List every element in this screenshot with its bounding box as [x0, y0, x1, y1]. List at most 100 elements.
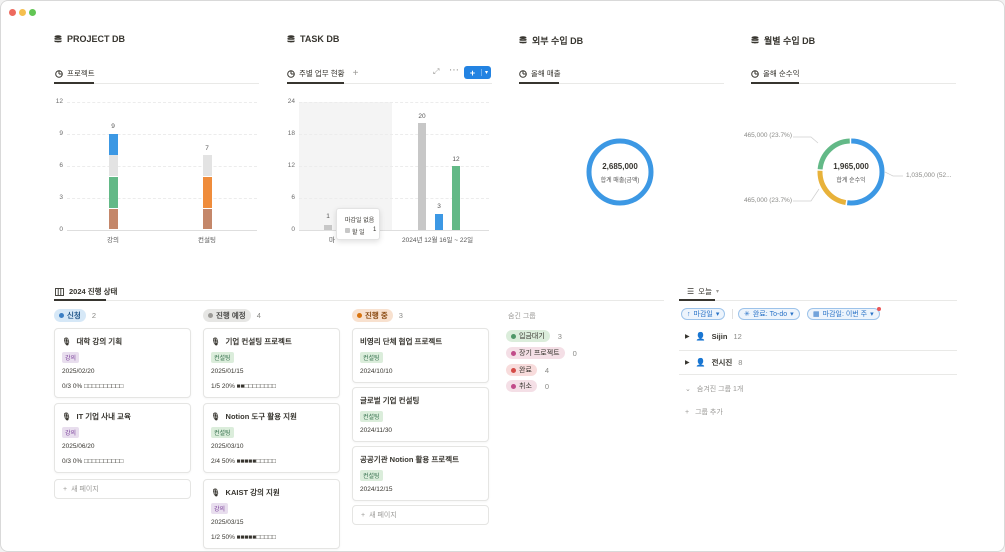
- microphone-icon: 🎙: [211, 412, 221, 421]
- chevron-down-icon: ⌄: [685, 386, 691, 393]
- sort-due-date-button[interactable]: ↑ 마감일 ▾: [681, 308, 726, 320]
- app-window: PROJECT DB TASK DB 외부 수입 DB 월별 수입 DB 프로젝…: [0, 0, 1005, 552]
- microphone-icon: 🎙: [211, 488, 221, 497]
- card-tag: 컨설팅: [211, 427, 234, 438]
- card-tag: 컨설팅: [211, 352, 234, 363]
- board-card[interactable]: 🎙 KAIST 강의 지원 강의 2025/03/15 1/2 50% ■■■■■…: [203, 479, 340, 549]
- hidden-groups-toggle[interactable]: ⌄ 숨겨진 그룹 1개: [685, 384, 743, 394]
- card-title: 대학 강의 기획: [76, 337, 123, 346]
- card-date: 2024/11/30: [360, 427, 393, 434]
- plus-icon: +: [63, 485, 68, 493]
- hidden-groups-title: 숨긴 그룹: [508, 313, 536, 320]
- chevron-down-icon: ▾: [790, 311, 794, 318]
- card-title: Notion 도구 활용 지원: [225, 412, 297, 421]
- board-card[interactable]: 공공기관 Notion 활용 프로젝트 컨설팅 2024/12/15: [352, 446, 489, 501]
- filter-done-button[interactable]: ✳ 완료: To-do ▾: [738, 308, 800, 320]
- card-date: 2025/01/15: [211, 368, 244, 375]
- card-date: 2024/12/15: [360, 486, 393, 493]
- column-count: 2: [91, 310, 96, 320]
- group-name: Sijin: [711, 332, 728, 341]
- card-tag: 강의: [62, 352, 80, 363]
- slice-label: 1,035,000 (52...: [906, 172, 952, 179]
- calendar-icon: ▦: [813, 311, 820, 318]
- group-row-sijin[interactable]: ▶ 👤 Sijin 12: [685, 332, 742, 341]
- column-count: 3: [398, 310, 403, 320]
- group-row-jeonsijin[interactable]: ▶ 👤 전시진 8: [685, 357, 742, 368]
- list-icon: ☰: [687, 287, 695, 296]
- filter-changed-dot: [877, 307, 881, 311]
- board-card[interactable]: 🎙 IT 기업 사내 교육 강의 2025/06/20 0/3 0% □□□□□□…: [54, 403, 191, 473]
- add-group-button[interactable]: + 그룹 추가: [685, 407, 723, 417]
- card-date: 2025/06/20: [62, 443, 95, 450]
- hidden-group-badge: 취소: [506, 380, 537, 392]
- user-icon: 👤: [695, 332, 706, 341]
- board-card[interactable]: 🎙 Notion 도구 활용 지원 컨설팅 2025/03/10 2/4 50% …: [203, 403, 340, 473]
- card-date: 2025/02/20: [62, 368, 95, 375]
- column-badge[interactable]: 신청: [54, 308, 86, 322]
- card-progress: 1/2 50% ■■■■■□□□□□: [211, 534, 276, 541]
- new-page-button[interactable]: + 새 페이지: [352, 505, 489, 525]
- hidden-group-row[interactable]: 장기 프로젝트 0: [506, 347, 577, 359]
- board-card[interactable]: 비영리 단체 협업 프로젝트 컨설팅 2024/10/10: [352, 328, 489, 383]
- hidden-group-count: 0: [544, 381, 550, 391]
- slice-label: 465,000 (23.7%): [743, 197, 792, 204]
- card-tag: 컨설팅: [360, 352, 383, 363]
- card-date: 2025/03/15: [211, 519, 244, 526]
- new-page-button[interactable]: + 새 페이지: [54, 479, 191, 499]
- triangle-right-icon[interactable]: ▶: [685, 359, 690, 366]
- filter-due-week-button[interactable]: ▦ 마감일: 이번 주 ▾: [807, 308, 880, 320]
- microphone-icon: 🎙: [211, 337, 221, 346]
- board-column-planned: 진행 예정 4 🎙 기업 컨설팅 프로젝트 컨설팅 2025/01/15 1/5 …: [203, 306, 340, 549]
- board-view-tab[interactable]: 2024 진행 상태: [55, 286, 117, 297]
- hidden-group-row[interactable]: 완료 4: [506, 364, 549, 376]
- column-badge[interactable]: 진행 중: [352, 308, 393, 322]
- loading-icon: ✳: [744, 311, 750, 318]
- board-card[interactable]: 글로벌 기업 컨설팅 컨설팅 2024/11/30: [352, 387, 489, 442]
- board-title: 2024 진행 상태: [69, 287, 118, 296]
- user-icon: 👤: [695, 358, 706, 367]
- group-name: 전시진: [711, 358, 733, 367]
- card-title: 비영리 단체 협업 프로젝트: [360, 337, 443, 346]
- plus-icon: +: [361, 511, 366, 519]
- card-title: 공공기관 Notion 활용 프로젝트: [360, 455, 459, 464]
- hidden-group-row[interactable]: 취소 0: [506, 380, 549, 392]
- hidden-group-count: 3: [557, 331, 562, 341]
- slice-label: 465,000 (23.7%): [743, 132, 792, 139]
- hidden-group-badge: 완료: [506, 364, 537, 376]
- board-card[interactable]: 🎙 기업 컨설팅 프로젝트 컨설팅 2025/01/15 1/5 20% ■■□□…: [203, 328, 340, 398]
- today-view-tab[interactable]: ☰ 오늘 ▾: [687, 286, 719, 297]
- arrow-up-icon: ↑: [687, 310, 691, 318]
- today-view-label: 오늘: [698, 287, 712, 296]
- plus-icon: +: [685, 408, 690, 416]
- card-title: KAIST 강의 지원: [225, 488, 280, 497]
- column-badge[interactable]: 진행 예정: [203, 308, 251, 322]
- board-column-applied: 신청 2 🎙 대학 강의 기획 강의 2025/02/20 0/3 0% □□□□…: [54, 306, 191, 499]
- chevron-down-icon: ▾: [715, 289, 719, 295]
- card-progress: 2/4 50% ■■■■■□□□□□: [211, 458, 276, 465]
- board-column-in-progress: 진행 중 3 비영리 단체 협업 프로젝트 컨설팅 2024/10/10 글로벌…: [352, 306, 489, 525]
- hidden-groups-label: 숨겨진 그룹 1개: [696, 386, 744, 393]
- card-date: 2024/10/10: [360, 368, 393, 375]
- microphone-icon: 🎙: [62, 337, 72, 346]
- card-tag: 컨설팅: [360, 470, 383, 481]
- group-count: 8: [738, 358, 743, 367]
- column-count: 4: [256, 310, 261, 320]
- chevron-down-icon: ▾: [870, 311, 874, 318]
- card-title: 글로벌 기업 컨설팅: [360, 396, 420, 405]
- microphone-icon: 🎙: [62, 412, 72, 421]
- board-card[interactable]: 🎙 대학 강의 기획 강의 2025/02/20 0/3 0% □□□□□□□□□…: [54, 328, 191, 398]
- card-progress: 0/3 0% □□□□□□□□□□: [62, 383, 124, 390]
- hidden-group-row[interactable]: 입금대기 3: [506, 330, 562, 342]
- card-progress: 0/3 0% □□□□□□□□□□: [62, 458, 124, 465]
- card-date: 2025/03/10: [211, 443, 244, 450]
- card-tag: 강의: [62, 427, 80, 438]
- card-title: IT 기업 사내 교육: [76, 412, 131, 421]
- donut-leader-lines: [793, 136, 903, 202]
- hidden-group-count: 0: [572, 348, 577, 358]
- card-progress: 1/5 20% ■■□□□□□□□□: [211, 383, 276, 390]
- group-count: 12: [733, 332, 742, 341]
- chevron-down-icon: ▾: [715, 311, 720, 318]
- hidden-group-count: 4: [544, 365, 550, 375]
- triangle-right-icon[interactable]: ▶: [685, 333, 690, 340]
- hidden-group-badge: 입금대기: [506, 330, 550, 342]
